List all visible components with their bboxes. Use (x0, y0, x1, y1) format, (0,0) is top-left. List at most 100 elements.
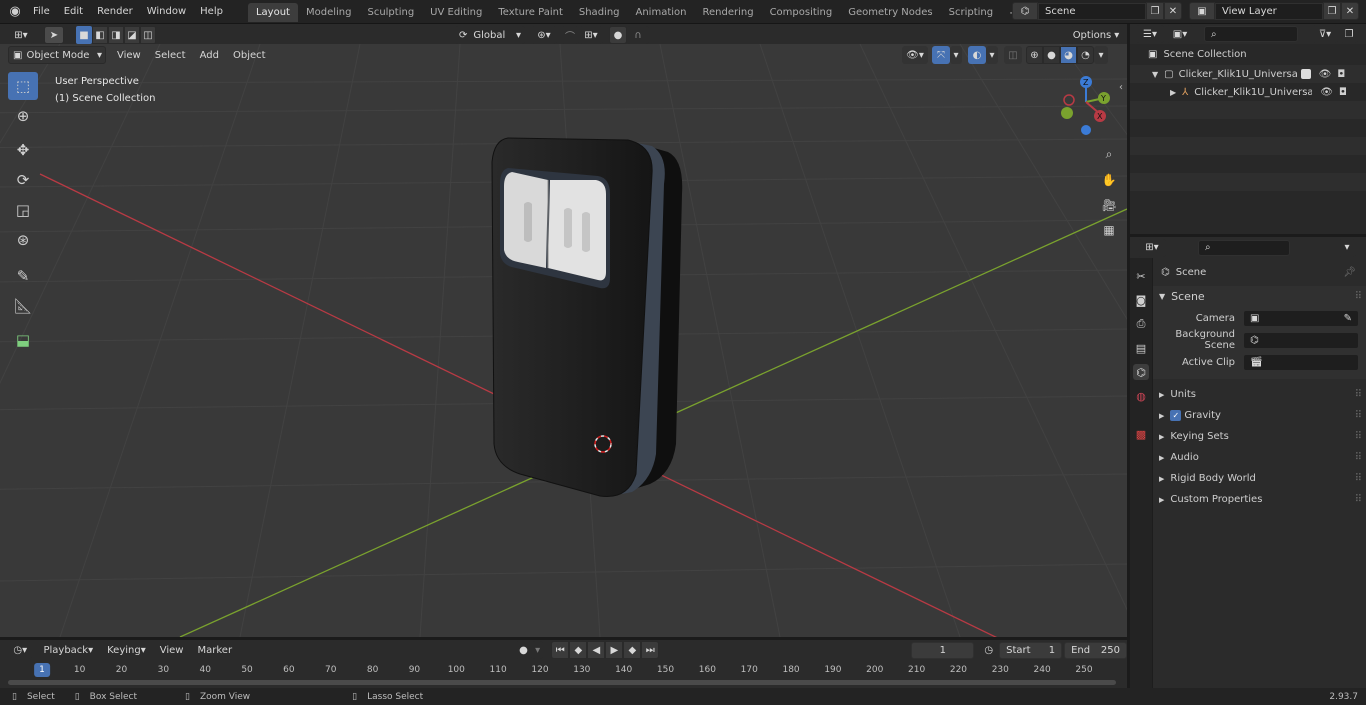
grid-ortho-icon[interactable]: ▦ (1098, 217, 1120, 242)
properties-search-input[interactable]: ⌕ (1198, 239, 1290, 256)
menu-edit[interactable]: Edit (57, 0, 90, 24)
solid-shading-icon[interactable]: ● (1043, 46, 1060, 64)
start-frame-field[interactable]: Start 1 (999, 641, 1063, 659)
outliner-row[interactable]: ▶ ⅄ Clicker_Klik1U_Universal_ 👁︎ ◘ (1130, 83, 1366, 101)
texture-tab-icon[interactable]: ▩ (1133, 426, 1149, 442)
output-tab-icon[interactable]: ⎙ (1133, 316, 1149, 332)
panel-rigid-body-world[interactable]: ▶ Rigid Body World ⠿ (1153, 468, 1366, 489)
next-keyframe-icon[interactable]: ◆ (623, 641, 642, 659)
drag-handle-icon[interactable]: ⠿ (1355, 494, 1362, 505)
display-mode-icon[interactable]: ▣▾ (1166, 25, 1194, 43)
delete-view-layer-icon[interactable]: ✕ (1341, 2, 1359, 20)
overlay-dropdown-icon[interactable]: ▾ (986, 46, 998, 64)
view-layer-tab-icon[interactable]: ▤ (1133, 340, 1149, 356)
pivot-point-icon[interactable]: ⊛▾ (531, 26, 557, 44)
proportional-falloff-icon[interactable]: ∩ (627, 26, 649, 44)
panel-gravity[interactable]: ▶ ✓ Gravity ⠿ (1153, 405, 1366, 426)
tab-layout[interactable]: Layout (247, 2, 298, 22)
mode-extend-icon[interactable]: ◧ (92, 26, 108, 44)
filter-icon[interactable]: ⊽▾ (1312, 25, 1338, 43)
panel-custom-properties[interactable]: ▶ Custom Properties ⠿ (1153, 489, 1366, 510)
prev-keyframe-icon[interactable]: ◆ (569, 641, 588, 659)
object-mode-dropdown[interactable]: ▣ Object Mode ▾ (8, 46, 106, 64)
tab-uv-editing[interactable]: UV Editing (422, 3, 490, 22)
panel-units[interactable]: ▶ Units ⠿ (1153, 384, 1366, 405)
record-button[interactable]: ● (515, 641, 532, 659)
sidebar-toggle-icon[interactable]: ‹ (1119, 82, 1123, 93)
add-cube-tool-icon[interactable]: ⬓ (8, 326, 38, 354)
pin-icon[interactable]: 📌︎ (1343, 267, 1356, 278)
rotate-tool-icon[interactable]: ⟳ (8, 166, 38, 194)
jump-end-icon[interactable]: ⏭ (641, 641, 660, 659)
mode-intersect-icon[interactable]: ◫ (140, 26, 156, 44)
mode-set-icon[interactable]: ■ (76, 26, 92, 44)
drag-handle-icon[interactable]: ⠿ (1355, 473, 1362, 484)
scene-field[interactable]: Scene (1038, 2, 1146, 20)
visibility-icon[interactable]: 👁︎▾ (902, 46, 928, 64)
viewport-menu-object[interactable]: Object (226, 46, 273, 64)
wireframe-shading-icon[interactable]: ⊕ (1026, 46, 1043, 64)
play-reverse-icon[interactable]: ◀ (587, 641, 606, 659)
mode-subtract-icon[interactable]: ◨ (108, 26, 124, 44)
timeline-menu-view[interactable]: View (153, 641, 191, 659)
measure-tool-icon[interactable]: 📐︎ (8, 292, 38, 320)
pan-hand-icon[interactable]: ✋ (1098, 167, 1120, 192)
drag-handle-icon[interactable]: ⠿ (1355, 452, 1362, 463)
timeline-menu-playback[interactable]: Playback ▾ (36, 641, 100, 659)
snap-toggle-icon[interactable]: ⌒ (561, 26, 579, 44)
camera-render-icon[interactable]: ◘ (1339, 87, 1347, 98)
transform-orientation-dropdown[interactable]: ⟳ Global ▾ (455, 26, 525, 44)
scene-tab-icon[interactable]: ⌬ (1133, 364, 1149, 380)
tab-texture-paint[interactable]: Texture Paint (490, 3, 571, 22)
gizmo-neg-x-icon[interactable] (1063, 94, 1075, 106)
timeline-ruler[interactable]: 1 10 20 30 40 50 60 70 80 90 100 110 120 130 140 150 160… (0, 662, 1127, 678)
options-dropdown[interactable]: Options ▾ (1070, 26, 1122, 44)
end-frame-field[interactable]: End 250 (1064, 641, 1127, 659)
view-layer-icon[interactable]: ▣ (1189, 2, 1215, 20)
current-frame-field[interactable]: 1 (911, 641, 975, 659)
proportional-edit-icon[interactable]: ● (609, 26, 627, 44)
move-tool-icon[interactable]: ✥ (8, 136, 38, 164)
camera-view-icon[interactable]: 🎥︎ (1098, 192, 1120, 217)
world-tab-icon[interactable]: ◍ (1133, 388, 1149, 404)
keyframe-dropdown-icon[interactable]: ▾ (532, 641, 544, 659)
outliner-row[interactable]: ▼ ▢ Clicker_Klik1U_Universal_Gara 👁︎ ◘ (1130, 65, 1366, 83)
tab-sculpting[interactable]: Sculpting (359, 3, 422, 22)
xray-toggle-icon[interactable]: ◫ (1004, 46, 1022, 64)
view-layer-field[interactable]: View Layer (1215, 2, 1323, 20)
panel-audio[interactable]: ▶ Audio ⠿ (1153, 447, 1366, 468)
editor-type-icon[interactable]: ⊞▾ (8, 26, 34, 44)
material-shading-icon[interactable]: ◕ (1060, 46, 1077, 64)
stopwatch-icon[interactable]: ◷ (980, 641, 998, 659)
tab-modeling[interactable]: Modeling (298, 3, 360, 22)
tab-scripting[interactable]: Scripting (941, 3, 1001, 22)
tool-tab-icon[interactable]: ✂ (1133, 268, 1149, 284)
outliner-editor-type-icon[interactable]: ☰▾ (1136, 25, 1164, 43)
scene-panel-header[interactable]: ▼ Scene ⠿ (1153, 286, 1366, 307)
delete-scene-icon[interactable]: ✕ (1164, 2, 1182, 20)
navigation-gizmo[interactable]: Z Y X (1055, 74, 1117, 136)
viewport-menu-view[interactable]: View (110, 46, 148, 64)
overlay-toggle-icon[interactable]: ◐ (968, 46, 986, 64)
viewport-menu-select[interactable]: Select (148, 46, 193, 64)
gizmo-neg-z-icon[interactable] (1081, 125, 1091, 135)
new-scene-icon[interactable]: ❐ (1146, 2, 1164, 20)
shading-dropdown-icon[interactable]: ▾ (1094, 46, 1108, 64)
rendered-shading-icon[interactable]: ◔ (1077, 46, 1094, 64)
3d-viewport[interactable]: User Perspective (1) Scene Collection Z … (0, 44, 1127, 637)
tab-rendering[interactable]: Rendering (694, 3, 761, 22)
drag-handle-icon[interactable]: ⠿ (1355, 389, 1362, 400)
new-collection-icon[interactable]: ❐ (1340, 25, 1358, 43)
timeline-scrollbar[interactable] (8, 680, 1116, 685)
checkbox-icon[interactable] (1300, 69, 1311, 79)
scene-type-icon[interactable]: ⌬ (1012, 2, 1038, 20)
gravity-checkbox[interactable]: ✓ (1170, 410, 1182, 421)
panel-keying-sets[interactable]: ▶ Keying Sets ⠿ (1153, 426, 1366, 447)
eyedropper-icon[interactable]: ✎ (1344, 313, 1352, 324)
annotate-tool-icon[interactable]: ✎ (8, 262, 38, 290)
zoom-icon[interactable]: ⌕ (1098, 142, 1120, 167)
cursor-tool-icon[interactable]: ⊕ (8, 102, 38, 130)
camera-render-icon[interactable]: ◘ (1337, 69, 1345, 80)
properties-editor-type-icon[interactable]: ⊞▾ (1138, 238, 1166, 257)
jump-start-icon[interactable]: ⏮ (551, 641, 570, 659)
